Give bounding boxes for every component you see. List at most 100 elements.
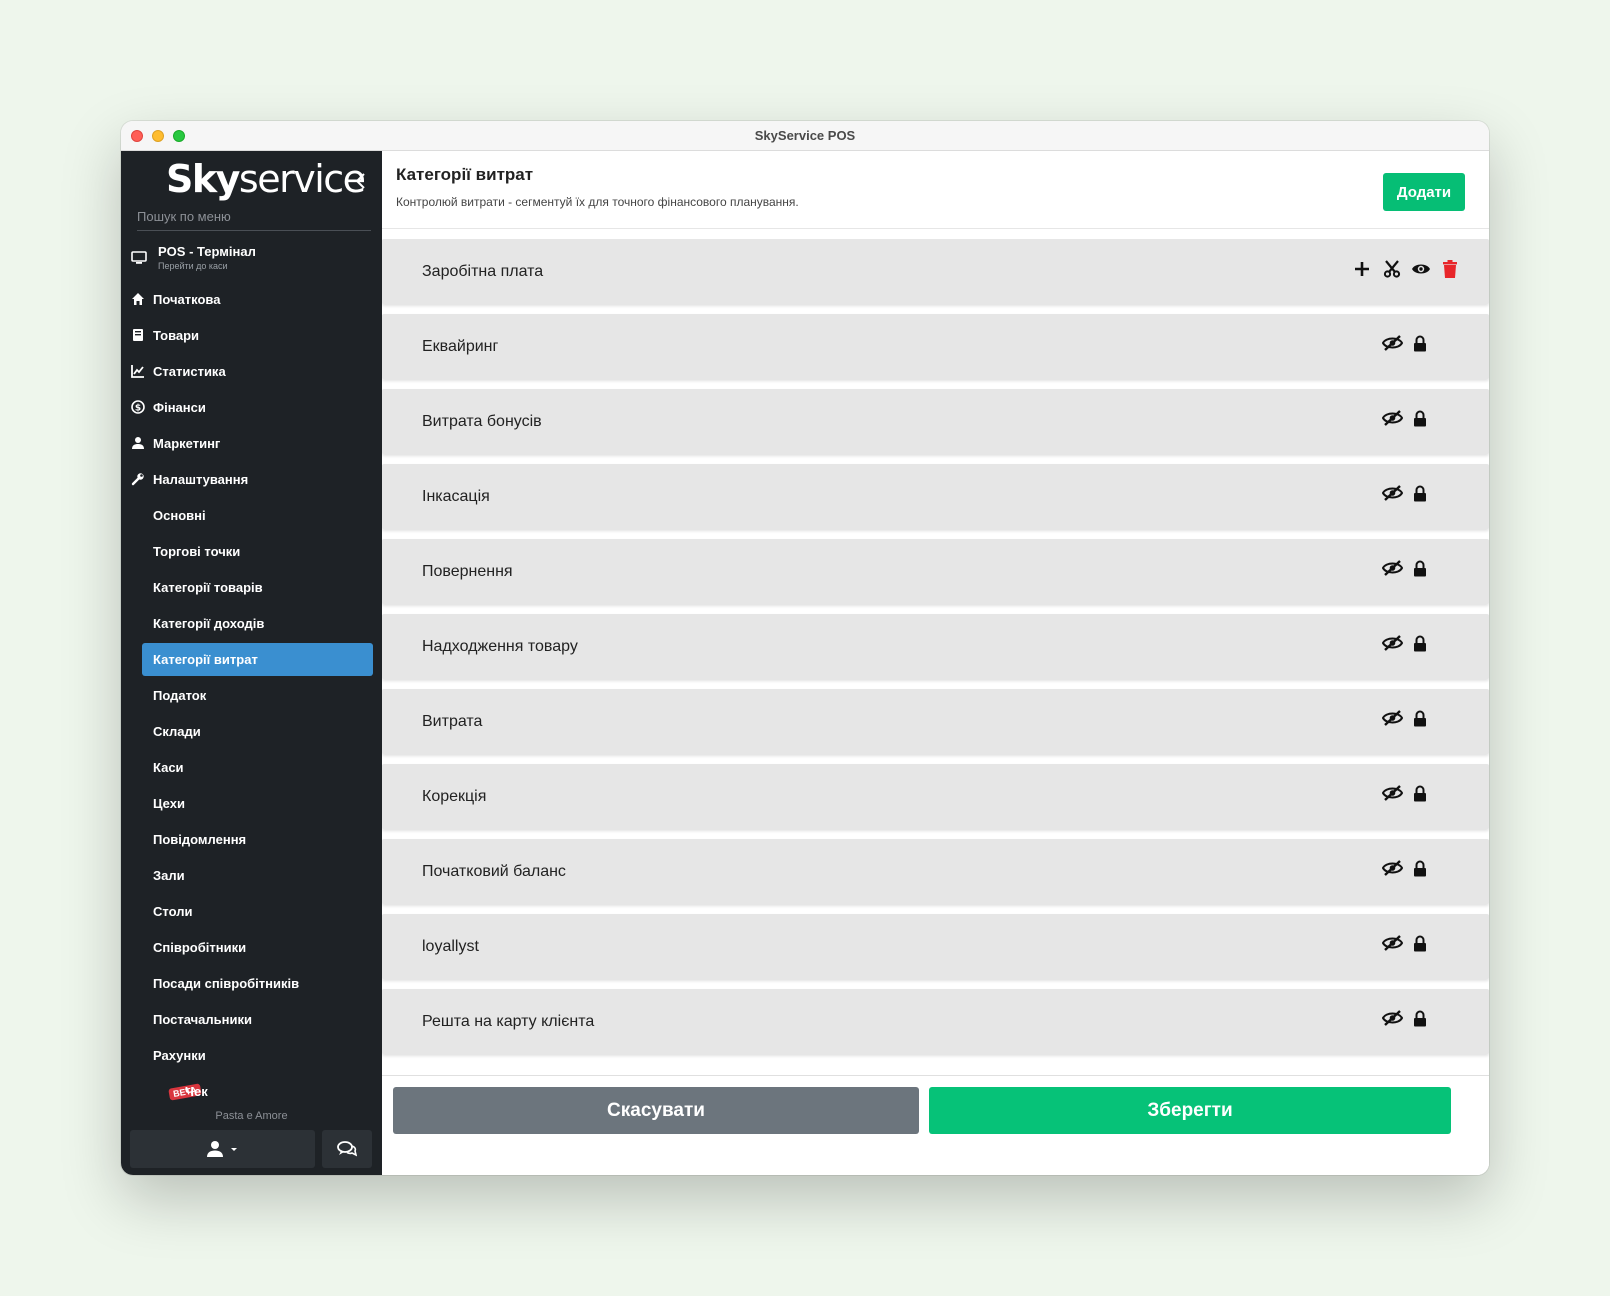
show-button[interactable] bbox=[1382, 1009, 1403, 1027]
sidebar-item-pos-terminal[interactable]: POS - Термінал Перейти до каси bbox=[121, 237, 382, 281]
plus-icon bbox=[1355, 262, 1369, 276]
eye-slash-icon bbox=[1382, 710, 1403, 726]
row-actions bbox=[1382, 859, 1427, 877]
user-tie-icon bbox=[132, 437, 144, 449]
title-bar: SkyService POS bbox=[121, 121, 1489, 151]
sidebar-subitem-accounts[interactable]: Рахунки bbox=[121, 1037, 382, 1073]
add-subcategory-button[interactable] bbox=[1353, 260, 1371, 278]
category-row[interactable]: Заробітна плата bbox=[382, 239, 1489, 304]
show-button[interactable] bbox=[1382, 784, 1403, 802]
show-button[interactable] bbox=[1382, 634, 1403, 652]
sidebar-subitem-warehouses[interactable]: Склади bbox=[121, 713, 382, 749]
add-category-button[interactable]: Додати bbox=[1383, 173, 1465, 211]
sidebar-item-goods[interactable]: Товари bbox=[121, 317, 382, 353]
category-row[interactable]: Корекція bbox=[382, 764, 1489, 829]
page-title: Категорії витрат bbox=[396, 165, 534, 184]
category-row[interactable]: Решта на карту клієнта bbox=[382, 989, 1489, 1054]
show-button[interactable] bbox=[1382, 409, 1403, 427]
locked-indicator bbox=[1413, 335, 1427, 352]
window-controls bbox=[131, 130, 185, 142]
category-row[interactable]: Надходження товару bbox=[382, 614, 1489, 679]
show-button[interactable] bbox=[1382, 934, 1403, 952]
show-button[interactable] bbox=[1382, 484, 1403, 502]
eye-icon bbox=[1412, 264, 1430, 274]
sidebar-subitem-notifications[interactable]: Повідомлення bbox=[121, 821, 382, 857]
cut-button[interactable] bbox=[1383, 260, 1401, 278]
lock-icon bbox=[1414, 410, 1426, 426]
shop-name: Pasta e Amore bbox=[215, 1110, 288, 1122]
show-button[interactable] bbox=[1382, 559, 1403, 577]
chart-icon bbox=[131, 365, 144, 378]
user-icon bbox=[207, 1141, 223, 1157]
lock-icon bbox=[1414, 785, 1426, 801]
visibility-button[interactable] bbox=[1411, 261, 1431, 277]
eye-slash-icon bbox=[1382, 485, 1403, 501]
row-actions bbox=[1382, 484, 1427, 502]
collapse-sidebar-button[interactable] bbox=[353, 171, 369, 191]
sidebar-subitem-positions[interactable]: Посади співробітників bbox=[121, 965, 382, 1001]
category-name: Еквайринг bbox=[422, 338, 499, 355]
sidebar-subitem-tables[interactable]: Столи bbox=[121, 893, 382, 929]
sidebar-subitem-product-categories[interactable]: Категорії товарів bbox=[121, 569, 382, 605]
category-row[interactable]: loyallyst bbox=[382, 914, 1489, 979]
caret-down-icon bbox=[231, 1148, 237, 1151]
locked-indicator bbox=[1413, 710, 1427, 727]
category-row[interactable]: Витрата бонусів bbox=[382, 389, 1489, 454]
logo: Skyservice bbox=[166, 157, 366, 201]
lock-icon bbox=[1414, 1010, 1426, 1026]
sidebar-item-settings[interactable]: Налаштування bbox=[121, 461, 382, 497]
category-row[interactable]: Витрата bbox=[382, 689, 1489, 754]
show-button[interactable] bbox=[1382, 859, 1403, 877]
minimize-window-button[interactable] bbox=[152, 130, 164, 142]
sidebar-subitem-halls[interactable]: Зали bbox=[121, 857, 382, 893]
category-row[interactable]: Початковий баланс bbox=[382, 839, 1489, 904]
delete-button[interactable] bbox=[1441, 259, 1459, 279]
category-list: Заробітна плата Еквайринг Витрата бонусі… bbox=[382, 239, 1489, 1075]
sidebar-item-statistics[interactable]: Статистика bbox=[121, 353, 382, 389]
save-button[interactable]: Зберегти bbox=[929, 1087, 1451, 1134]
sidebar-subitem-stores[interactable]: Торгові точки bbox=[121, 533, 382, 569]
close-window-button[interactable] bbox=[131, 130, 143, 142]
show-button[interactable] bbox=[1382, 334, 1403, 352]
chat-button[interactable] bbox=[322, 1130, 372, 1168]
sidebar-subitem-income-categories[interactable]: Категорії доходів bbox=[121, 605, 382, 641]
sidebar-subitem-tax[interactable]: Податок bbox=[121, 677, 382, 713]
category-row[interactable]: Еквайринг bbox=[382, 314, 1489, 379]
row-actions bbox=[1382, 1009, 1427, 1027]
sidebar-subitem-workshops[interactable]: Цехи bbox=[121, 785, 382, 821]
sidebar-subitem-cash-registers[interactable]: Каси bbox=[121, 749, 382, 785]
sidebar-item-marketing[interactable]: Маркетинг bbox=[121, 425, 382, 461]
user-menu-button[interactable] bbox=[130, 1130, 315, 1168]
sidebar-subitem-expense-categories[interactable]: Категорії витрат bbox=[121, 641, 382, 677]
dollar-icon: $ bbox=[131, 400, 145, 414]
zoom-window-button[interactable] bbox=[173, 130, 185, 142]
menu-search-input[interactable] bbox=[137, 203, 371, 231]
scissors-icon bbox=[1383, 260, 1401, 278]
chevron-left-icon bbox=[355, 173, 365, 189]
sidebar-subitem-general[interactable]: Основні bbox=[121, 497, 382, 533]
category-row[interactable]: Повернення bbox=[382, 539, 1489, 604]
locked-indicator bbox=[1413, 410, 1427, 427]
cancel-button[interactable]: Скасувати bbox=[393, 1087, 919, 1134]
logo-row: Skyservice bbox=[121, 151, 382, 203]
eye-slash-icon bbox=[1382, 635, 1403, 651]
sidebar-subitem-suppliers[interactable]: Постачальники bbox=[121, 1001, 382, 1037]
locked-indicator bbox=[1413, 860, 1427, 877]
row-actions bbox=[1382, 559, 1427, 577]
home-icon bbox=[132, 293, 144, 305]
sidebar-item-finance[interactable]: $ Фінанси bbox=[121, 389, 382, 425]
eye-slash-icon bbox=[1382, 860, 1403, 876]
sidebar: Skyservice POS - Термінал Перейти до кас… bbox=[121, 151, 382, 1175]
eye-slash-icon bbox=[1382, 560, 1403, 576]
row-actions bbox=[1382, 634, 1427, 652]
eye-slash-icon bbox=[1382, 335, 1403, 351]
sidebar-subitem-receipt[interactable]: BETA Чек bbox=[121, 1073, 382, 1109]
sidebar-subitem-employees[interactable]: Співробітники bbox=[121, 929, 382, 965]
book-icon bbox=[133, 329, 143, 341]
sidebar-item-home[interactable]: Початкова bbox=[121, 281, 382, 317]
category-row[interactable]: Інкасація bbox=[382, 464, 1489, 529]
show-button[interactable] bbox=[1382, 709, 1403, 727]
category-name: Інкасація bbox=[422, 488, 490, 505]
category-name: Витрата bbox=[422, 713, 483, 730]
category-name: Заробітна плата bbox=[422, 263, 544, 280]
